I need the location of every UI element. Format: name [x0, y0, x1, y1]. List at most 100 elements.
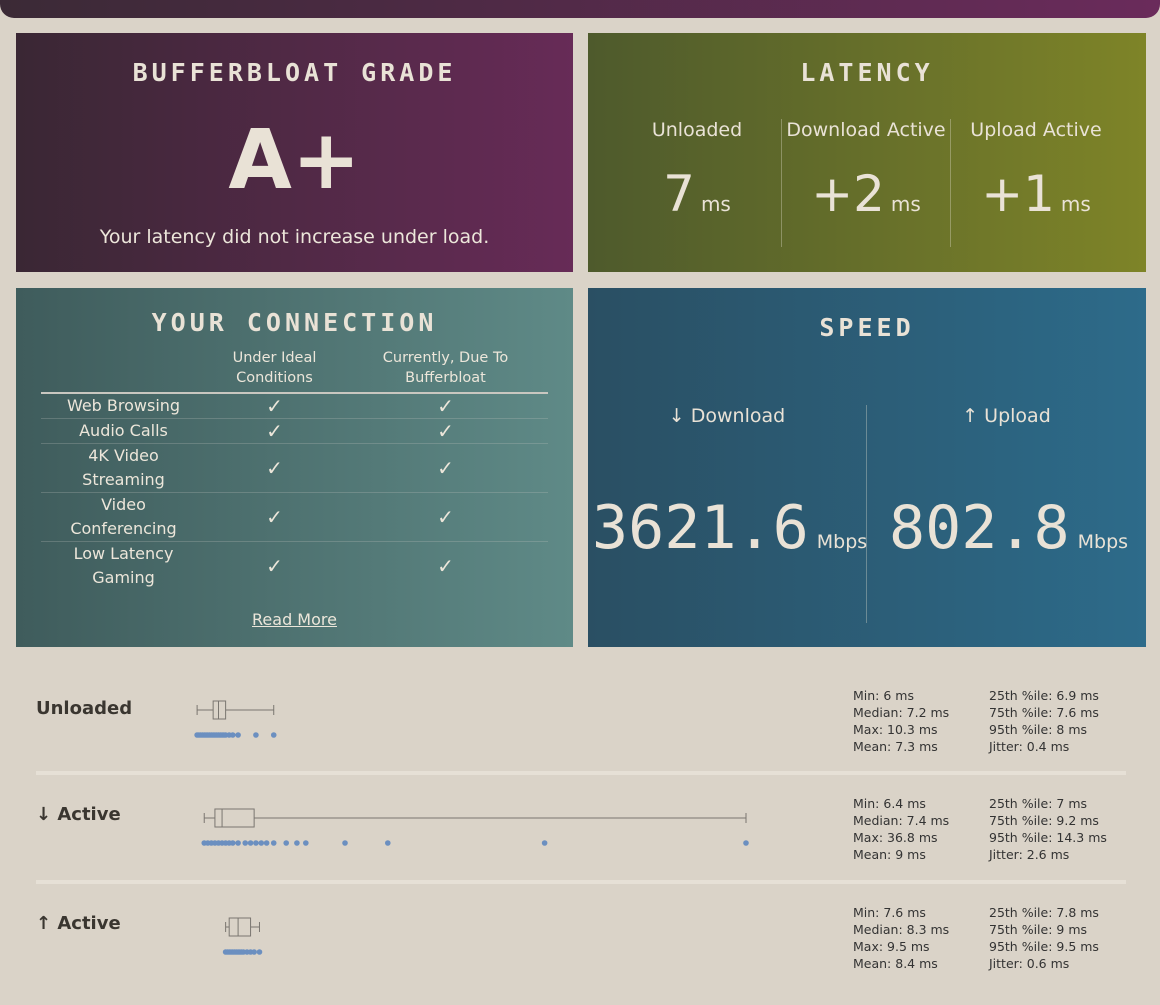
latency-upload-number: +1	[981, 165, 1055, 223]
sample-point	[283, 840, 290, 846]
sample-point	[256, 949, 263, 955]
table-row: Video Conferencing ✓ ✓	[41, 492, 548, 542]
bufferbloat-grade-panel: BUFFERBLOAT GRADE A+ Your latency did no…	[16, 33, 573, 272]
latency-download-unit: ms	[890, 192, 921, 216]
table-row: 4K Video Streaming ✓ ✓	[41, 443, 548, 493]
sample-point	[384, 840, 391, 846]
download-active-stats-section: ↓ Active Min: 6.4 ms Median: 7.4 ms Max:…	[36, 794, 1126, 874]
stat-p75: 75th %ile: 9 ms	[989, 922, 1088, 937]
connection-header-ideal: Under Ideal Conditions	[206, 348, 343, 394]
sample-point	[242, 840, 249, 846]
table-row: Low Latency Gaming ✓ ✓	[41, 542, 548, 591]
current-check-icon: ✓	[342, 418, 548, 444]
sample-point	[235, 732, 241, 738]
stat-min: Min: 7.6 ms	[853, 905, 926, 920]
sample-point	[229, 732, 236, 738]
sample-point	[263, 840, 270, 846]
row-label-line-1: Web Browsing	[66, 396, 181, 415]
sample-point	[247, 840, 254, 846]
ideal-check-icon: ✓	[206, 418, 343, 444]
stat-p75: 75th %ile: 7.6 ms	[989, 705, 1099, 720]
stat-min: Min: 6 ms	[853, 688, 914, 703]
speed-divider	[866, 405, 867, 623]
upload-active-box-plot	[222, 917, 263, 955]
ideal-check-icon: ✓	[266, 554, 283, 578]
row-label-line-2: Gaming	[92, 568, 155, 587]
download-active-stats-right: 25th %ile: 7 ms 75th %ile: 9.2 ms 95th %…	[989, 795, 1107, 863]
unloaded-stats-left: Min: 6 ms Median: 7.2 ms Max: 10.3 ms Me…	[853, 687, 949, 755]
sample-point	[303, 840, 309, 846]
section-separator	[36, 880, 1126, 884]
latency-upload-label: Upload Active	[970, 119, 1102, 141]
sample-point	[258, 840, 265, 846]
row-label: 4K Video Streaming	[41, 443, 206, 493]
stat-jitter: Jitter: 2.6 ms	[989, 847, 1070, 862]
stat-p95: 95th %ile: 14.3 ms	[989, 830, 1107, 845]
grade-title: BUFFERBLOAT GRADE	[132, 58, 457, 87]
connection-table-header: Under Ideal Conditions Currently, Due To B…	[41, 348, 548, 394]
stat-max: Max: 9.5 ms	[853, 939, 930, 954]
table-row: Web Browsing ✓ ✓	[41, 393, 548, 419]
latency-download-number: +2	[811, 165, 885, 223]
unloaded-box-plot	[194, 700, 277, 738]
stat-p25: 25th %ile: 7 ms	[989, 796, 1088, 811]
sample-point	[229, 840, 236, 846]
stat-p95: 95th %ile: 9.5 ms	[989, 939, 1099, 954]
download-active-box-plot	[201, 808, 749, 846]
sample-point	[743, 840, 749, 846]
sample-point	[294, 840, 300, 846]
upload-number: 802.8	[889, 493, 1070, 563]
upload-label: ↑ Upload	[962, 405, 1051, 427]
top-bar	[0, 0, 1160, 18]
latency-panel: LATENCY Unloaded 7 ms Download Active +2 m…	[588, 33, 1146, 272]
ideal-check-icon: ✓	[206, 443, 343, 493]
stat-median: Median: 7.4 ms	[853, 813, 950, 828]
ideal-line-2: Conditions	[236, 370, 313, 386]
row-label-line-1: 4K Video	[88, 446, 159, 465]
section-separator	[36, 771, 1126, 775]
stat-p25: 25th %ile: 6.9 ms	[989, 688, 1099, 703]
stat-max: Max: 36.8 ms	[853, 830, 938, 845]
speed-upload: ↑ Upload 802.8 Mbps	[867, 405, 1146, 563]
stat-p25: 25th %ile: 7.8 ms	[989, 905, 1099, 920]
stat-median: Median: 8.3 ms	[853, 922, 950, 937]
latency-upload-unit: ms	[1060, 192, 1091, 216]
sample-point	[251, 949, 257, 955]
row-label-line-2: Conferencing	[70, 519, 177, 538]
sample-point	[342, 840, 348, 846]
download-label: ↓ Download	[668, 405, 786, 427]
stat-max: Max: 10.3 ms	[853, 722, 938, 737]
latency-upload-active: Upload Active +1 ms	[951, 119, 1121, 247]
latency-download-label: Download Active	[786, 119, 946, 141]
latency-download-active: Download Active +2 ms	[782, 119, 950, 247]
iqr-box	[212, 700, 227, 720]
stat-mean: Mean: 9 ms	[853, 847, 926, 862]
speed-download: ↓ Download 3621.6 Mbps	[588, 405, 867, 563]
speed-panel: SPEED ↓ Download 3621.6 Mbps ↑ Upload 802…	[588, 288, 1146, 647]
current-line-1: Currently, Due To	[382, 350, 509, 366]
stat-mean: Mean: 7.3 ms	[853, 739, 938, 754]
download-active-stats-left: Min: 6.4 ms Median: 7.4 ms Max: 36.8 ms …	[853, 795, 949, 863]
row-label: Audio Calls	[41, 418, 206, 444]
row-label-line-1: Video	[101, 495, 146, 514]
row-label-line-1: Low Latency	[73, 544, 174, 563]
connection-table: Under Ideal Conditions Currently, Due To B…	[41, 348, 548, 590]
iqr-box	[214, 808, 255, 828]
upload-unit: Mbps	[1077, 531, 1129, 553]
your-connection-panel: YOUR CONNECTION Under Ideal Conditions Cu…	[16, 288, 573, 647]
download-value: 3621.6 Mbps	[592, 493, 867, 563]
stat-jitter: Jitter: 0.6 ms	[989, 956, 1070, 971]
current-check-icon: ✓	[342, 393, 548, 419]
sample-point	[253, 732, 259, 738]
read-more-link[interactable]: Read More	[16, 610, 573, 629]
latency-title: LATENCY	[800, 58, 934, 87]
ideal-line-1: Under Ideal	[232, 350, 317, 366]
sample-point	[541, 840, 548, 846]
stat-median: Median: 7.2 ms	[853, 705, 950, 720]
ideal-check-icon: ✓	[206, 492, 343, 542]
table-row: Audio Calls ✓ ✓	[41, 418, 548, 444]
row-label: Video Conferencing	[41, 492, 206, 542]
latency-upload-value: +1 ms	[951, 165, 1121, 223]
connection-header-empty	[41, 348, 206, 394]
latency-unloaded-number: 7	[663, 165, 695, 223]
